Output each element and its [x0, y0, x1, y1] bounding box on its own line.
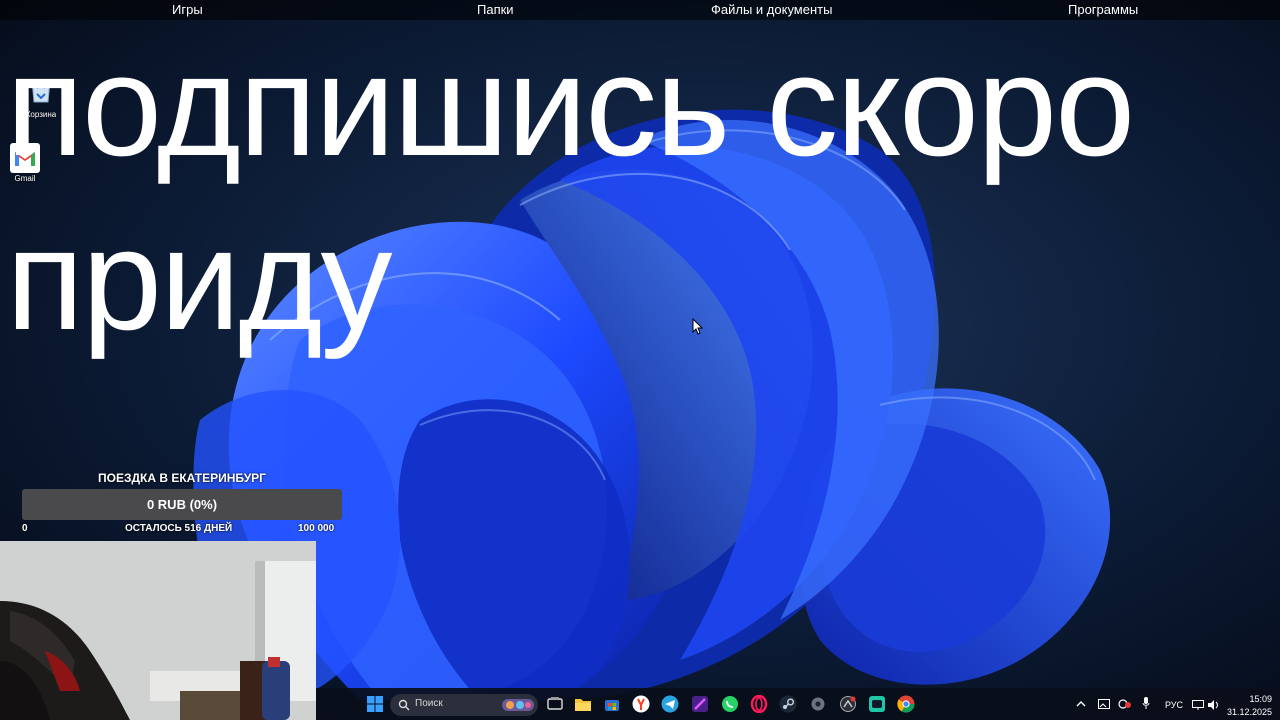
search-placeholder: Поиск [415, 698, 443, 709]
microphone-icon [1142, 697, 1150, 709]
goal-min: 0 [22, 523, 28, 534]
webcam-feed [0, 541, 316, 720]
yandex-browser-button[interactable] [631, 694, 651, 714]
opera-gx-button[interactable] [749, 694, 769, 714]
image-icon [1098, 699, 1110, 709]
steam-button[interactable] [778, 694, 798, 714]
settings-button[interactable] [808, 694, 828, 714]
fence-folders[interactable]: Папки [477, 2, 514, 17]
chrome-icon [897, 695, 915, 713]
yandex-icon [632, 695, 650, 713]
overlay-text-line2: приду [6, 199, 393, 360]
goal-progress-bar: 0 RUB (0%) [22, 489, 342, 520]
task-view-icon [547, 697, 563, 710]
app-button[interactable] [867, 694, 887, 714]
fences-bar: Игры Папки Файлы и документы Программы [0, 0, 1280, 20]
network-icon [1192, 700, 1204, 710]
tray-microphone[interactable] [1142, 696, 1150, 714]
steam-icon [779, 695, 797, 713]
app-icon [692, 696, 708, 712]
telegram-icon [661, 695, 679, 713]
volume-icon [1208, 700, 1218, 710]
goal-amount: 0 RUB (0%) [146, 497, 218, 512]
tray-volume[interactable] [1208, 697, 1220, 715]
whatsapp-icon [722, 696, 738, 712]
store-icon [605, 700, 619, 711]
taskbar-clock[interactable]: 15:09 31.12.2025 [1227, 693, 1272, 719]
fence-games[interactable]: Игры [172, 2, 203, 17]
tray-network[interactable] [1192, 697, 1204, 715]
telegram-button[interactable] [660, 694, 680, 714]
whatsapp-button[interactable] [720, 694, 740, 714]
file-explorer-icon [575, 699, 591, 711]
goal-max: 100 000 [298, 523, 335, 534]
chrome-button[interactable] [896, 694, 916, 714]
search-highlight-icon [502, 699, 534, 711]
fence-files-documents[interactable]: Файлы и документы [711, 2, 832, 17]
search-icon [398, 699, 410, 711]
overlay-text-line1: подпишись скоро [6, 25, 1135, 186]
store-button[interactable] [602, 694, 622, 714]
file-explorer-button[interactable] [573, 694, 593, 714]
mouse-cursor-icon [692, 318, 704, 335]
app-button[interactable] [690, 694, 710, 714]
start-button[interactable] [365, 694, 385, 714]
app-button[interactable] [838, 694, 858, 714]
task-view-button[interactable] [545, 694, 565, 714]
taskbar-search-box[interactable]: Поиск [390, 694, 538, 716]
app-icon [869, 696, 885, 712]
goal-remaining: ОСТАЛОСЬ 516 ДНЕЙ [125, 523, 233, 534]
chevron-up-icon [1076, 701, 1086, 707]
settings-icon [811, 697, 825, 711]
clock-time: 15:09 [1249, 694, 1272, 704]
goal-title: ПОЕЗДКА В ЕКАТЕРИНБУРГ [98, 471, 266, 485]
tray-overflow-button[interactable] [1076, 696, 1086, 714]
tray-recording[interactable] [1118, 696, 1132, 714]
language-indicator[interactable]: РУС [1165, 700, 1183, 710]
record-icon [1118, 699, 1131, 709]
start-icon [367, 696, 383, 712]
app-icon [840, 696, 856, 712]
tray-photos[interactable] [1098, 696, 1110, 714]
opera-gx-icon [750, 695, 768, 713]
fence-programs[interactable]: Программы [1068, 2, 1138, 17]
clock-date: 31.12.2025 [1226, 707, 1272, 717]
